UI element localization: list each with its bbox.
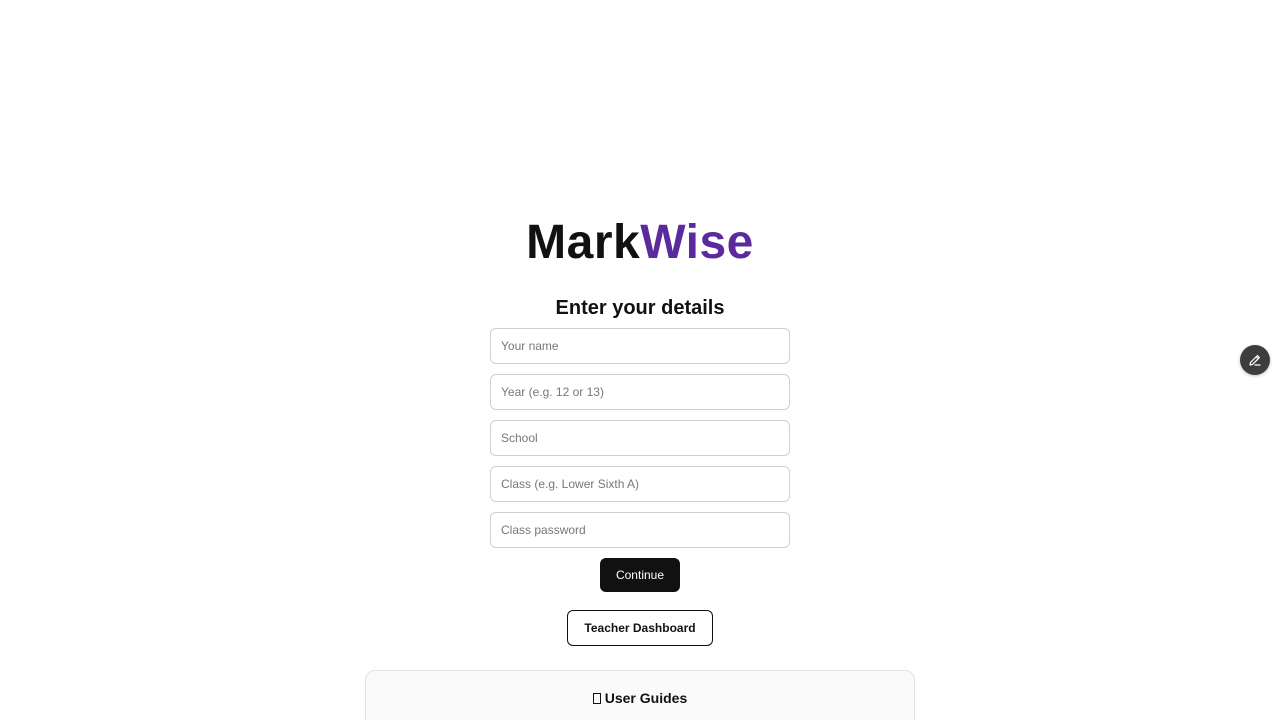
book-icon	[592, 693, 601, 704]
user-guides-card: User Guides	[365, 670, 915, 720]
class-input[interactable]	[490, 466, 790, 502]
edit-floating-button[interactable]	[1240, 345, 1270, 375]
logo-wise-text: Wise	[640, 216, 754, 269]
school-input[interactable]	[490, 420, 790, 456]
user-guides-title: User Guides	[604, 690, 688, 706]
teacher-dashboard-button[interactable]: Teacher Dashboard	[567, 610, 713, 646]
user-guides-header[interactable]: User Guides	[366, 689, 914, 707]
class-password-input[interactable]	[490, 512, 790, 548]
year-input[interactable]	[490, 374, 790, 410]
logo-mark-text: Mark	[526, 216, 641, 269]
page: MarkWise Enter your details Continue Tea…	[0, 0, 1280, 720]
app-logo: MarkWise	[0, 214, 1280, 272]
form-heading: Enter your details	[555, 297, 725, 319]
name-input[interactable]	[490, 328, 790, 364]
continue-button[interactable]: Continue	[600, 558, 680, 592]
pencil-icon	[1248, 353, 1262, 367]
